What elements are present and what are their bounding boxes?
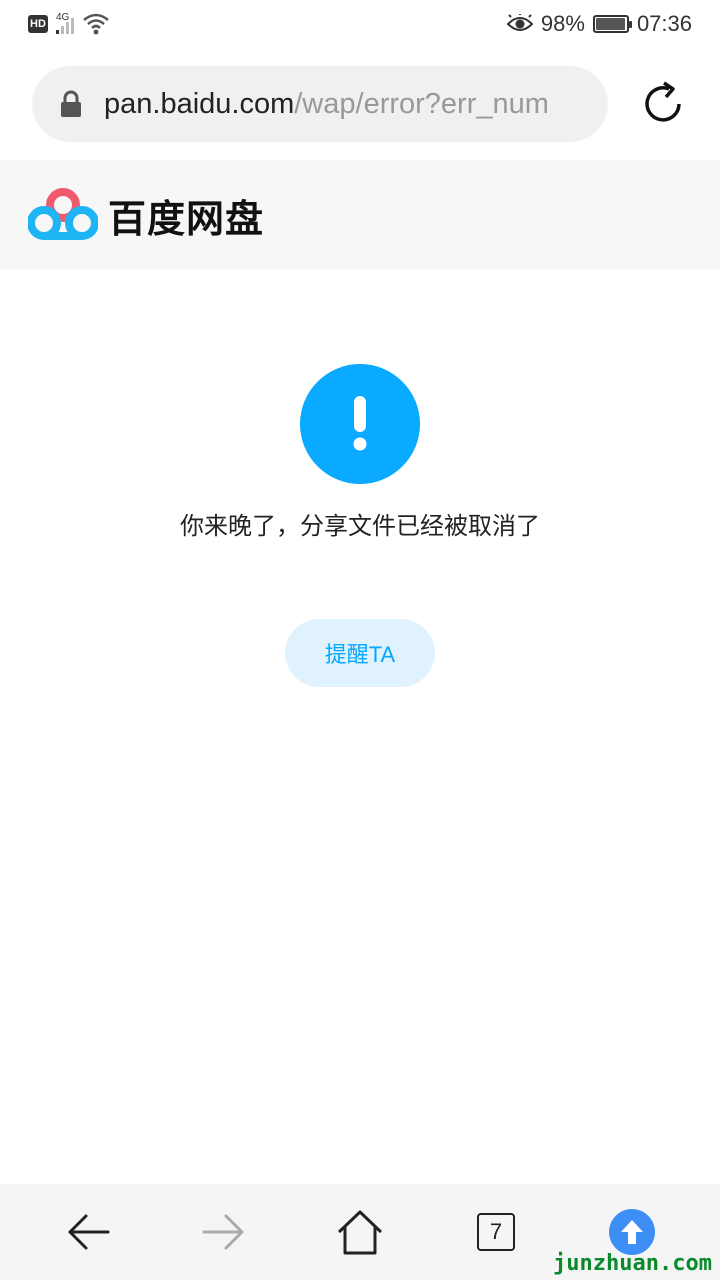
back-button[interactable]	[56, 1200, 120, 1264]
upload-icon	[609, 1209, 655, 1255]
url-path: /wap/error?err_num	[294, 87, 549, 120]
site-header: 百度网盘	[0, 160, 720, 270]
status-right: 98% 07:36	[506, 11, 692, 37]
error-message: 你来晚了，分享文件已经被取消了	[180, 512, 540, 540]
lock-icon	[61, 90, 81, 117]
signal-icon: 4G	[56, 12, 74, 34]
reload-icon	[645, 81, 681, 122]
url-host: pan.baidu.com	[104, 87, 295, 120]
error-icon	[300, 364, 420, 484]
battery-icon	[592, 15, 632, 33]
home-icon	[337, 1210, 383, 1255]
status-bar: HD 4G 98% 07:36	[0, 0, 720, 48]
remind-button[interactable]: 提醒TA	[285, 619, 435, 687]
status-left: HD 4G	[28, 12, 110, 36]
forward-button[interactable]	[192, 1200, 256, 1264]
exclamation-icon	[353, 396, 367, 451]
home-button[interactable]	[328, 1200, 392, 1264]
battery-percent: 98%	[540, 11, 585, 36]
back-arrow-icon	[68, 1214, 110, 1250]
hd-badge: HD	[28, 15, 48, 33]
wifi-icon	[83, 13, 109, 35]
eye-comfort-icon	[506, 14, 533, 31]
address-row: pan.baidu.com/wap/error?err_num	[0, 48, 720, 160]
browser-screen: HD 4G 98% 07:36 pan.baidu.com/wap/error?…	[0, 0, 720, 1280]
battery-fill	[595, 18, 626, 30]
watermark-text: junzhuan.com	[553, 1251, 712, 1276]
baidu-netdisk-logo-icon	[28, 188, 98, 240]
reload-button[interactable]	[638, 79, 688, 129]
url-bar[interactable]: pan.baidu.com/wap/error?err_num	[32, 66, 608, 142]
clock: 07:36	[636, 11, 692, 36]
tab-count: 7	[477, 1213, 515, 1251]
network-type: 4G	[56, 12, 70, 23]
tabs-button[interactable]: 7	[464, 1200, 528, 1264]
logo-text: 百度网盘	[108, 196, 265, 241]
forward-arrow-icon	[202, 1214, 244, 1250]
url-text[interactable]: pan.baidu.com/wap/error?err_num	[104, 88, 549, 121]
